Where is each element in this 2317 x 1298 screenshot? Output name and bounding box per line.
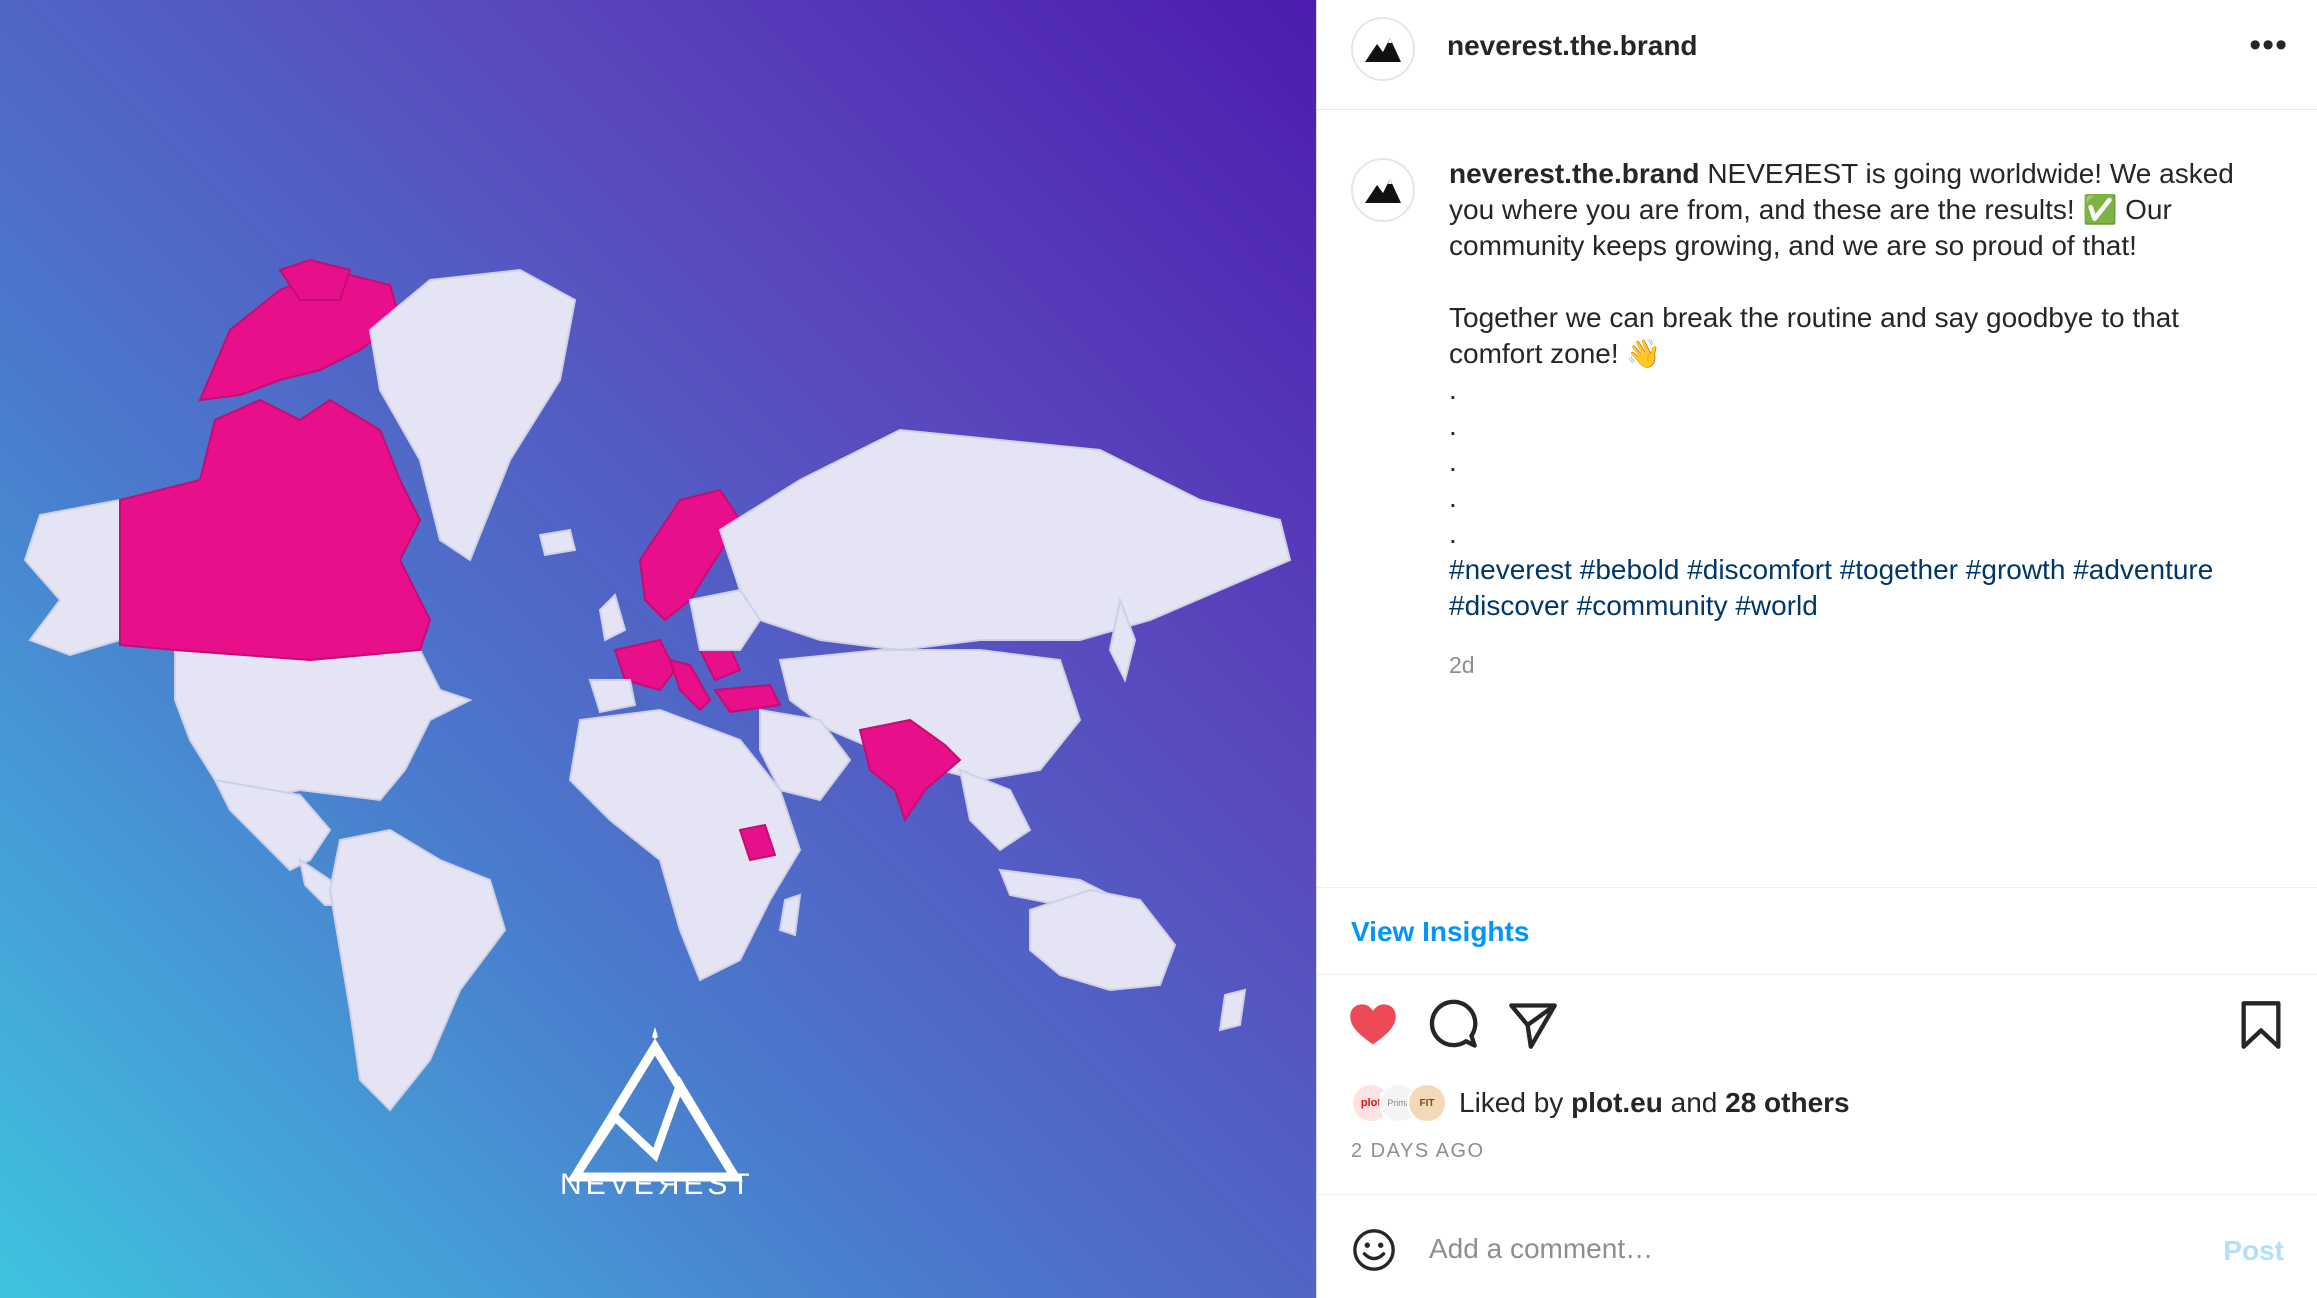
emoji-icon[interactable] bbox=[1351, 1227, 1397, 1273]
first-liker-link[interactable]: plot.eu bbox=[1571, 1087, 1663, 1118]
hashtag-link[interactable]: #adventure bbox=[2073, 554, 2213, 585]
likes-row: plot Prima FIT Liked by plot.eu and 28 o… bbox=[1351, 1083, 2251, 1123]
caption-dot: . bbox=[1449, 518, 1457, 549]
hashtag-link[interactable]: #world bbox=[1735, 590, 1817, 621]
caption-block: neverest.the.brand NEVEЯEST is going wor… bbox=[1317, 110, 2317, 888]
hashtag-link[interactable]: #discover bbox=[1449, 590, 1569, 621]
mountain-logo-icon bbox=[1365, 179, 1401, 203]
hashtag-link[interactable]: #growth bbox=[1966, 554, 2066, 585]
map-uk bbox=[598, 593, 627, 642]
caption-dot: . bbox=[1449, 446, 1457, 477]
post-image[interactable]: NEVEЯEST bbox=[0, 0, 1316, 1298]
caption-dot: . bbox=[1449, 410, 1457, 441]
map-canada bbox=[119, 398, 432, 662]
caption-dot: . bbox=[1449, 482, 1457, 513]
caption-dot: . bbox=[1449, 374, 1457, 405]
caption-avatar[interactable] bbox=[1351, 158, 1415, 222]
likes-prefix: Liked by bbox=[1459, 1087, 1564, 1118]
map-romania bbox=[698, 646, 742, 682]
map-usa bbox=[174, 649, 473, 802]
liker-avatar[interactable]: FIT bbox=[1407, 1083, 1447, 1123]
hashtag-link[interactable]: #community bbox=[1577, 590, 1728, 621]
map-mexico bbox=[213, 778, 332, 872]
map-spain bbox=[588, 679, 637, 714]
map-new-zealand bbox=[1218, 988, 1247, 1032]
map-iceland bbox=[538, 528, 577, 557]
others-likes-link[interactable]: 28 others bbox=[1725, 1087, 1850, 1118]
neverest-logo-text: NEVEЯEST bbox=[560, 1168, 754, 1201]
map-madagascar bbox=[778, 893, 802, 937]
more-options-icon[interactable]: ••• bbox=[2249, 28, 2288, 62]
action-bar bbox=[1317, 975, 2317, 1055]
share-icon[interactable] bbox=[1507, 999, 1559, 1051]
comment-bar: Post bbox=[1317, 1194, 2317, 1298]
map-turkey bbox=[713, 683, 782, 714]
map-south-america bbox=[328, 828, 507, 1112]
caption-paragraph-1: neverest.the.brand NEVEЯEST is going wor… bbox=[1449, 156, 2279, 264]
hashtag-link[interactable]: #together bbox=[1840, 554, 1958, 585]
caption-username[interactable]: neverest.the.brand bbox=[1449, 158, 1700, 189]
avatar[interactable] bbox=[1351, 17, 1415, 81]
comment-input[interactable] bbox=[1429, 1221, 2149, 1277]
post-timestamp[interactable]: 2 DAYS AGO bbox=[1351, 1140, 1485, 1163]
mountain-logo-icon bbox=[1365, 38, 1401, 62]
heart-icon[interactable] bbox=[1347, 999, 1399, 1051]
caption-line-2: Together we can break the routine and sa… bbox=[1449, 302, 2180, 369]
map-southeast-asia bbox=[958, 768, 1032, 852]
post-comment-button[interactable]: Post bbox=[2223, 1235, 2284, 1267]
header-username[interactable]: neverest.the.brand bbox=[1447, 30, 1698, 62]
likes-text: Liked by plot.eu and 28 others bbox=[1459, 1087, 1850, 1119]
comment-icon[interactable] bbox=[1427, 999, 1479, 1051]
hashtags: #neverest #bebold #discomfort #together … bbox=[1449, 552, 2279, 624]
map-alaska bbox=[23, 499, 124, 657]
likes-connector: and bbox=[1670, 1087, 1718, 1118]
bookmark-icon[interactable] bbox=[2235, 999, 2287, 1051]
hashtag-link[interactable]: #discomfort bbox=[1687, 554, 1832, 585]
map-italy bbox=[668, 658, 712, 712]
post-sidebar: neverest.the.brand ••• neverest.the.bran… bbox=[1316, 0, 2317, 1298]
map-russia bbox=[718, 428, 1292, 652]
view-insights-link[interactable]: View Insights bbox=[1351, 916, 1529, 948]
insights-bar: View Insights bbox=[1317, 887, 2317, 975]
caption-text: neverest.the.brand NEVEЯEST is going wor… bbox=[1449, 156, 2279, 624]
hashtag-link[interactable]: #bebold bbox=[1580, 554, 1680, 585]
map-australia bbox=[1029, 888, 1177, 992]
hashtag-link[interactable]: #neverest bbox=[1449, 554, 1572, 585]
post-age[interactable]: 2d bbox=[1449, 652, 1475, 679]
post-header: neverest.the.brand ••• bbox=[1317, 0, 2317, 110]
